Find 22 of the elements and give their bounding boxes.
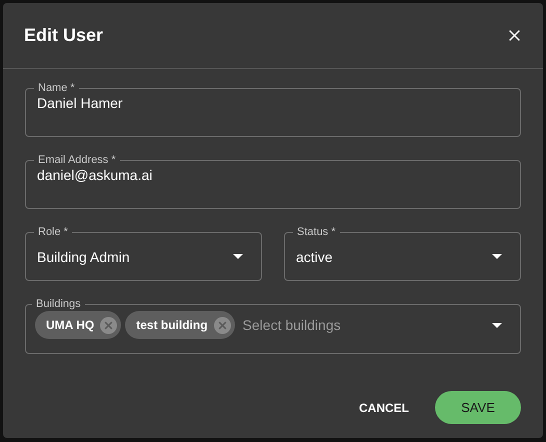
select-field[interactable]: Role * Building Admin	[25, 225, 262, 281]
select-field[interactable]: Status * active	[284, 225, 521, 281]
cancel-button[interactable]: CANCEL	[359, 392, 409, 422]
text-field[interactable]: Name * Daniel Hamer	[25, 81, 521, 137]
field-label: Role *	[37, 225, 69, 239]
remove-chip-icon[interactable]	[214, 316, 231, 334]
buildings-select-field[interactable]: Buildings UMA HQ test building Select buildings	[25, 297, 521, 354]
placeholder-text: Select buildings	[242, 317, 341, 333]
caret-icon	[492, 322, 502, 328]
caret-icon	[492, 254, 502, 259]
remove-chip-icon[interactable]	[100, 316, 118, 334]
field-label: Status *	[296, 225, 337, 239]
text-field[interactable]: Email Address * daniel@askuma.ai	[25, 153, 521, 209]
chip-label: UMA HQ	[46, 318, 94, 332]
save-button[interactable]: SAVE	[435, 391, 521, 424]
chip-label: test building	[136, 318, 208, 332]
field-label: Buildings	[35, 297, 82, 311]
caret-icon	[233, 254, 243, 259]
close-icon[interactable]	[508, 29, 521, 42]
field-label: Name *	[37, 81, 76, 95]
field-label: Email Address *	[37, 153, 117, 167]
dialog-title: Edit User	[24, 25, 104, 46]
